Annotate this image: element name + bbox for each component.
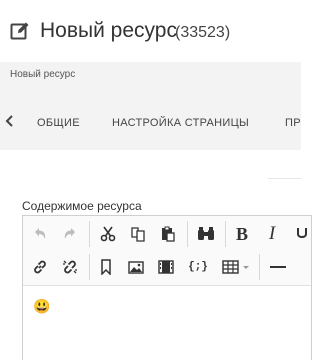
divider <box>268 178 301 179</box>
paste-icon[interactable] <box>157 223 179 245</box>
breadcrumb-bar: Новый ресурс <box>0 62 301 88</box>
editor-content-area[interactable]: 😃 <box>23 286 311 360</box>
content-field-label: Содержимое ресурса <box>22 199 142 213</box>
image-icon[interactable] <box>125 256 147 278</box>
link-icon[interactable] <box>29 256 51 278</box>
undo-icon[interactable] <box>29 223 51 245</box>
media-icon[interactable] <box>155 256 177 278</box>
copy-icon[interactable] <box>127 223 149 245</box>
underline-icon[interactable] <box>291 223 313 245</box>
unlink-icon[interactable] <box>59 256 81 278</box>
find-icon[interactable] <box>195 223 217 245</box>
tabs-bar: ОБЩИЕ НАСТРОЙКА СТРАНИЦЫ ПР <box>0 88 301 150</box>
toolbar-separator <box>259 254 260 280</box>
toolbar-separator <box>89 221 90 247</box>
cut-icon[interactable] <box>97 223 119 245</box>
bold-icon[interactable]: B <box>231 223 253 245</box>
code-icon[interactable]: {;} <box>187 256 209 278</box>
toolbar-separator <box>89 254 90 280</box>
toolbar-separator <box>187 221 188 247</box>
tab-page-settings[interactable]: НАСТРОЙКА СТРАНИЦЫ <box>112 117 249 129</box>
tab-more[interactable]: ПР <box>285 117 301 129</box>
redo-icon[interactable] <box>59 223 81 245</box>
horizontal-rule-icon[interactable] <box>267 256 289 278</box>
chevron-left-icon[interactable] <box>4 114 16 127</box>
page-header: Новый ресурс (33523) <box>0 0 301 62</box>
italic-icon[interactable]: I <box>261 223 283 245</box>
rich-text-editor: B I {;} 😃 <box>22 215 312 360</box>
resource-id: (33523) <box>175 24 231 41</box>
editor-toolbar: B I {;} <box>23 216 311 286</box>
breadcrumb[interactable]: Новый ресурс <box>10 69 75 80</box>
edit-icon <box>10 21 30 41</box>
smiley-emoji: 😃 <box>33 298 51 314</box>
anchor-icon[interactable] <box>95 256 117 278</box>
page-title: Новый ресурс <box>40 19 177 42</box>
table-icon[interactable] <box>221 256 253 278</box>
tab-general[interactable]: ОБЩИЕ <box>37 117 80 129</box>
toolbar-separator <box>225 221 226 247</box>
